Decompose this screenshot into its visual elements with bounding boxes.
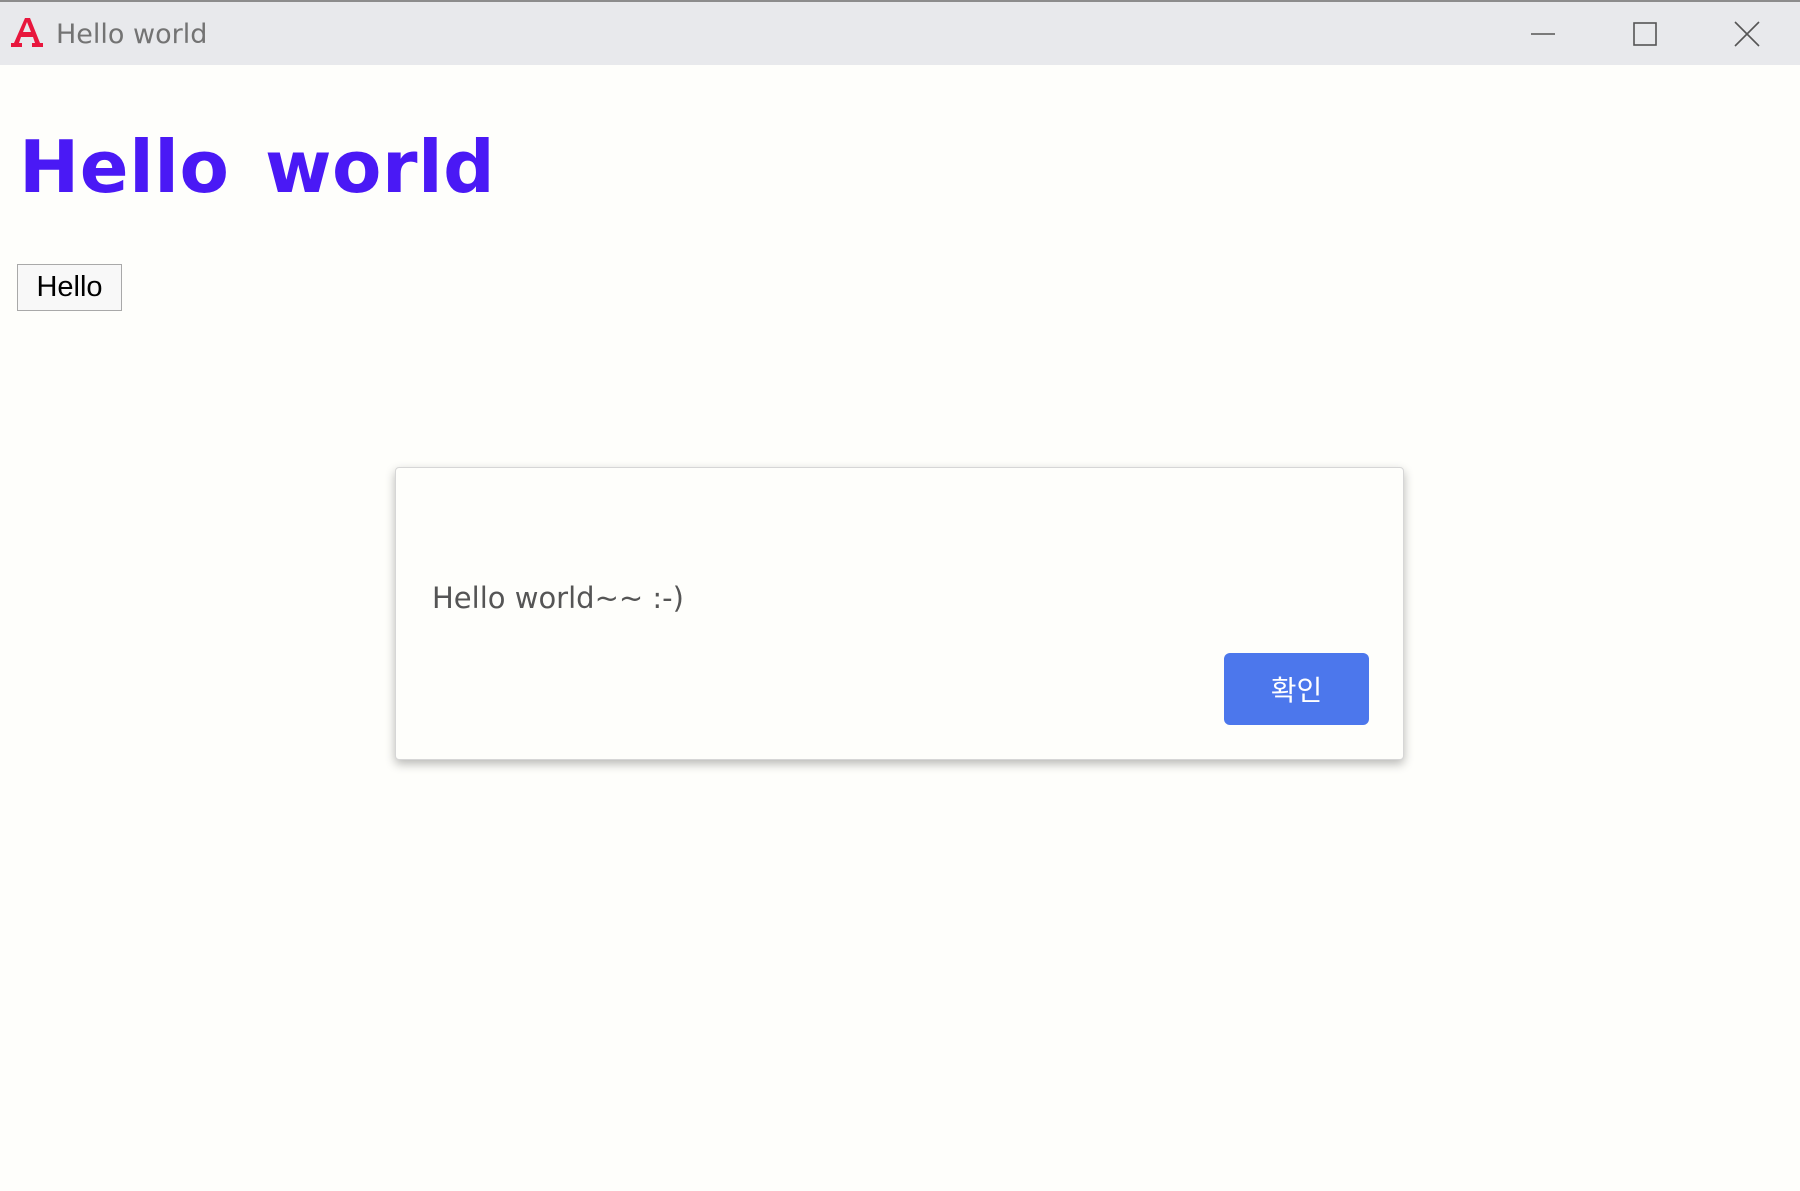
maximize-icon <box>1633 21 1657 46</box>
minimize-button[interactable] <box>1493 2 1593 65</box>
window-title: Hello world <box>56 19 208 50</box>
close-button[interactable] <box>1697 2 1797 65</box>
confirm-button[interactable]: 확인 <box>1224 653 1369 725</box>
adobe-acrobat-icon <box>10 16 44 50</box>
app-window: Hello world Hello world Hello Hello worl… <box>0 0 1800 1191</box>
maximize-button[interactable] <box>1595 2 1695 65</box>
alert-dialog: Hello world~~ :-) 확인 <box>395 467 1404 760</box>
dialog-message: Hello world~~ :-) <box>432 581 684 615</box>
title-bar[interactable]: Hello world <box>0 2 1800 65</box>
close-icon <box>1734 20 1760 47</box>
page-heading: Hello world <box>19 125 496 209</box>
minimize-icon <box>1530 21 1556 47</box>
hello-button[interactable]: Hello <box>17 264 122 311</box>
